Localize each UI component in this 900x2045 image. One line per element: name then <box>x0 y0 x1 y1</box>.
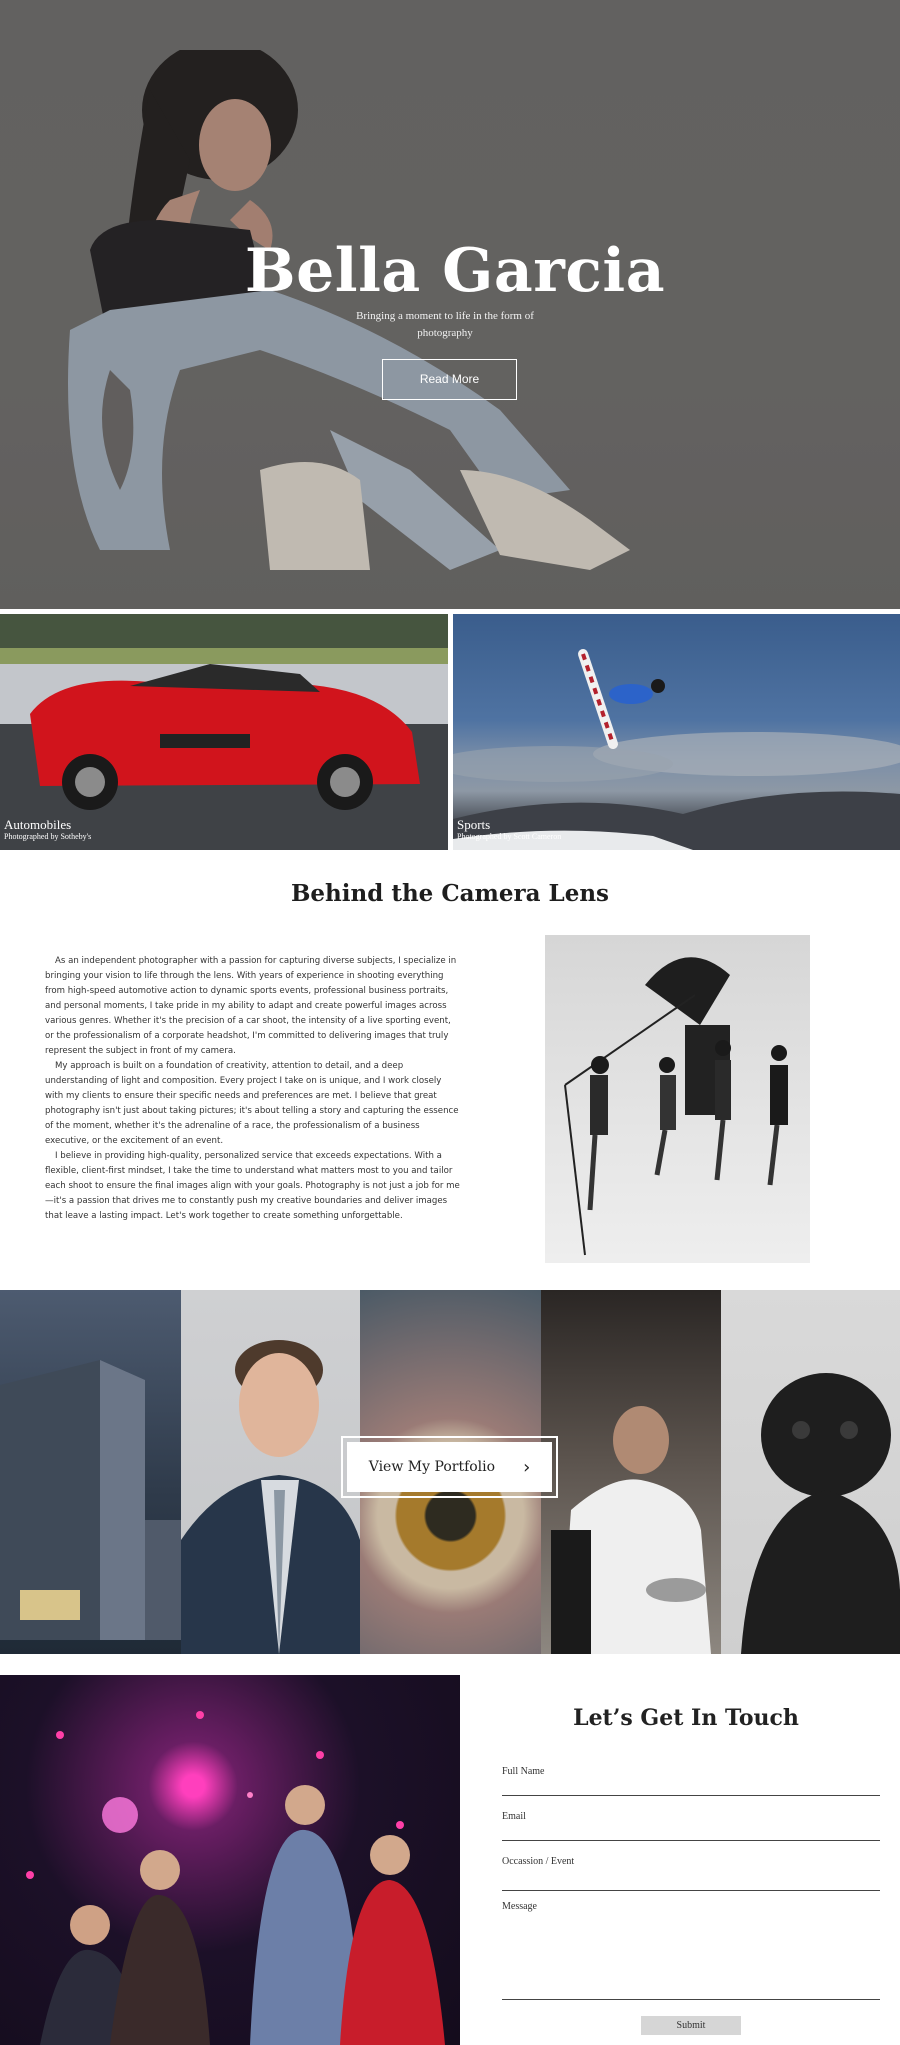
email-field[interactable]: Email <box>502 1811 880 1841</box>
full-name-field[interactable]: Full Name <box>502 1766 880 1796</box>
gallery-caption: Sports Photographed by Scott Cameron <box>457 818 561 842</box>
gallery-title: Sports <box>457 817 491 832</box>
about-title: Behind the Camera Lens <box>290 880 609 907</box>
automobile-photo <box>0 614 448 850</box>
read-more-button[interactable]: Read More <box>382 359 517 400</box>
chef-image <box>551 1406 711 1654</box>
pug-image <box>741 1373 900 1654</box>
about-text: As an independent photographer with a pa… <box>45 954 460 1224</box>
portfolio-tile-dog <box>721 1290 900 1654</box>
hero-section: Bella Garcia Bringing a moment to life i… <box>0 0 900 609</box>
contact-title: Let’s Get In Touch <box>573 1705 799 1731</box>
email-label: Email <box>502 1811 526 1822</box>
studio-illustration <box>564 957 788 1256</box>
about-paragraph: As an independent photographer with a pa… <box>45 956 457 1056</box>
gallery-tile-sports[interactable]: Sports Photographed by Scott Cameron <box>453 614 900 850</box>
message-label: Message <box>502 1901 537 1912</box>
view-portfolio-label: View My Portfolio <box>368 1459 496 1475</box>
party-photo <box>0 1675 460 2045</box>
portfolio-tile-portrait <box>181 1290 360 1654</box>
sports-photo <box>453 649 900 850</box>
occasion-label: Occassion / Event <box>502 1856 575 1867</box>
businessman-image <box>181 1340 360 1654</box>
view-portfolio-button[interactable]: View My Portfolio › <box>341 1436 558 1498</box>
gallery-title: Automobiles <box>4 817 72 832</box>
hero-subtitle: Bringing a moment to life in the form of… <box>356 310 534 339</box>
portfolio-tile-chef <box>541 1290 721 1654</box>
submit-button[interactable]: Submit <box>641 2016 741 2035</box>
gallery-credit: Photographed by Scott Cameron <box>457 832 562 841</box>
studio-photo <box>545 935 810 1263</box>
full-name-label: Full Name <box>502 1766 545 1777</box>
hero-title: Bella Garcia <box>244 236 666 306</box>
portfolio-tile-architecture <box>0 1290 181 1654</box>
gallery-tile-automobiles[interactable]: Automobiles Photographed by Sotheby's <box>0 614 448 850</box>
message-field[interactable]: Message <box>502 1901 880 2000</box>
gallery-credit: Photographed by Sotheby's <box>4 832 92 841</box>
party-illustration <box>26 1711 445 2045</box>
about-paragraph: My approach is built on a foundation of … <box>45 1061 459 1146</box>
about-paragraph: I believe in providing high-quality, per… <box>45 1151 460 1221</box>
chevron-right-icon: › <box>523 1456 531 1478</box>
occasion-field[interactable]: Occassion / Event <box>502 1856 880 1891</box>
building-image <box>0 1360 181 1640</box>
gallery-caption: Automobiles Photographed by Sotheby's <box>4 818 91 842</box>
